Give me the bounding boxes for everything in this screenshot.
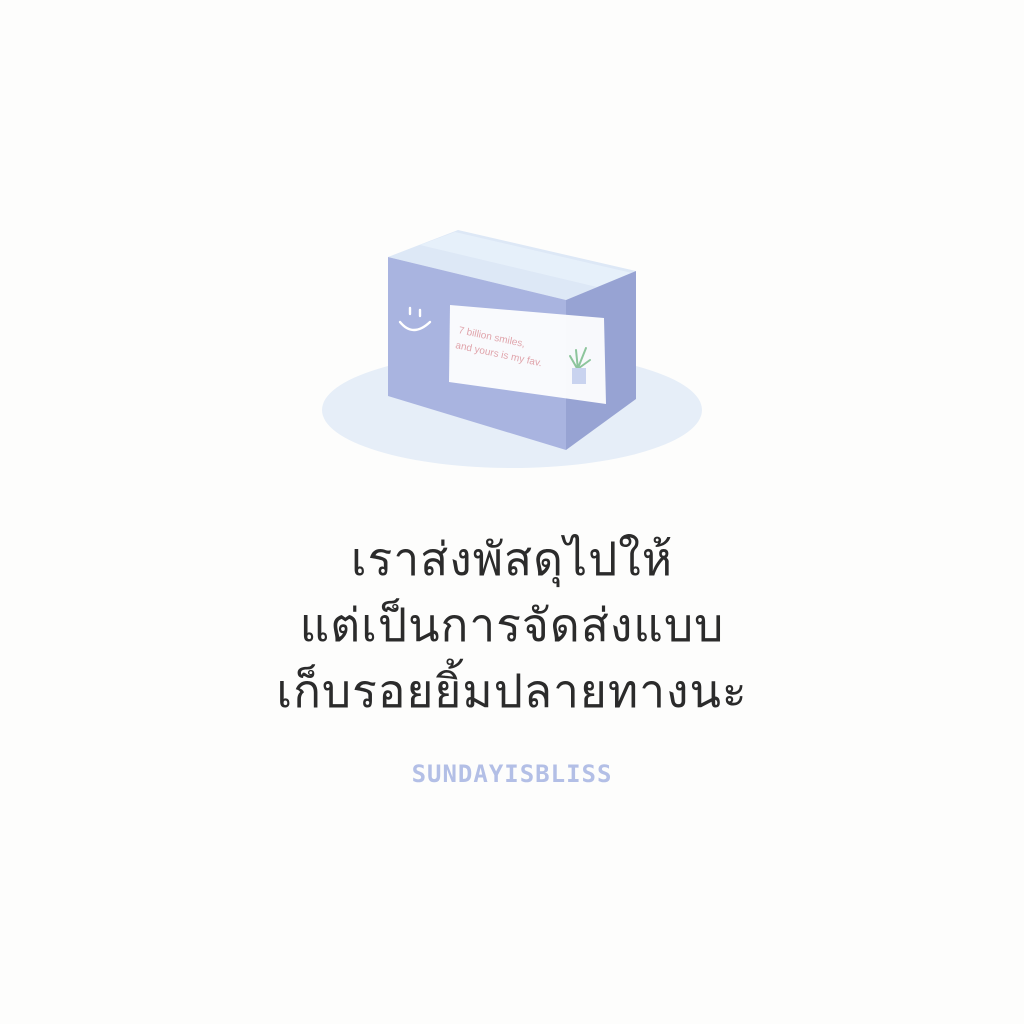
quote-line-1: เราส่งพัสดุไปให้ [350,532,674,586]
quote-line-2: แต่เป็นการจัดส่งแบบ [299,598,725,652]
quote: เราส่งพัสดุไปให้ แต่เป็นการจัดส่งแบบ เก็… [112,526,912,724]
author-signature: SUNDAYISBLISS [411,760,613,788]
plant-pot [572,368,586,384]
parcel-box-illustration: 7 billion smiles, and yours is my fav. [322,230,702,468]
quote-line-3: เก็บรอยยิ้มปลายทางนะ [276,664,748,718]
